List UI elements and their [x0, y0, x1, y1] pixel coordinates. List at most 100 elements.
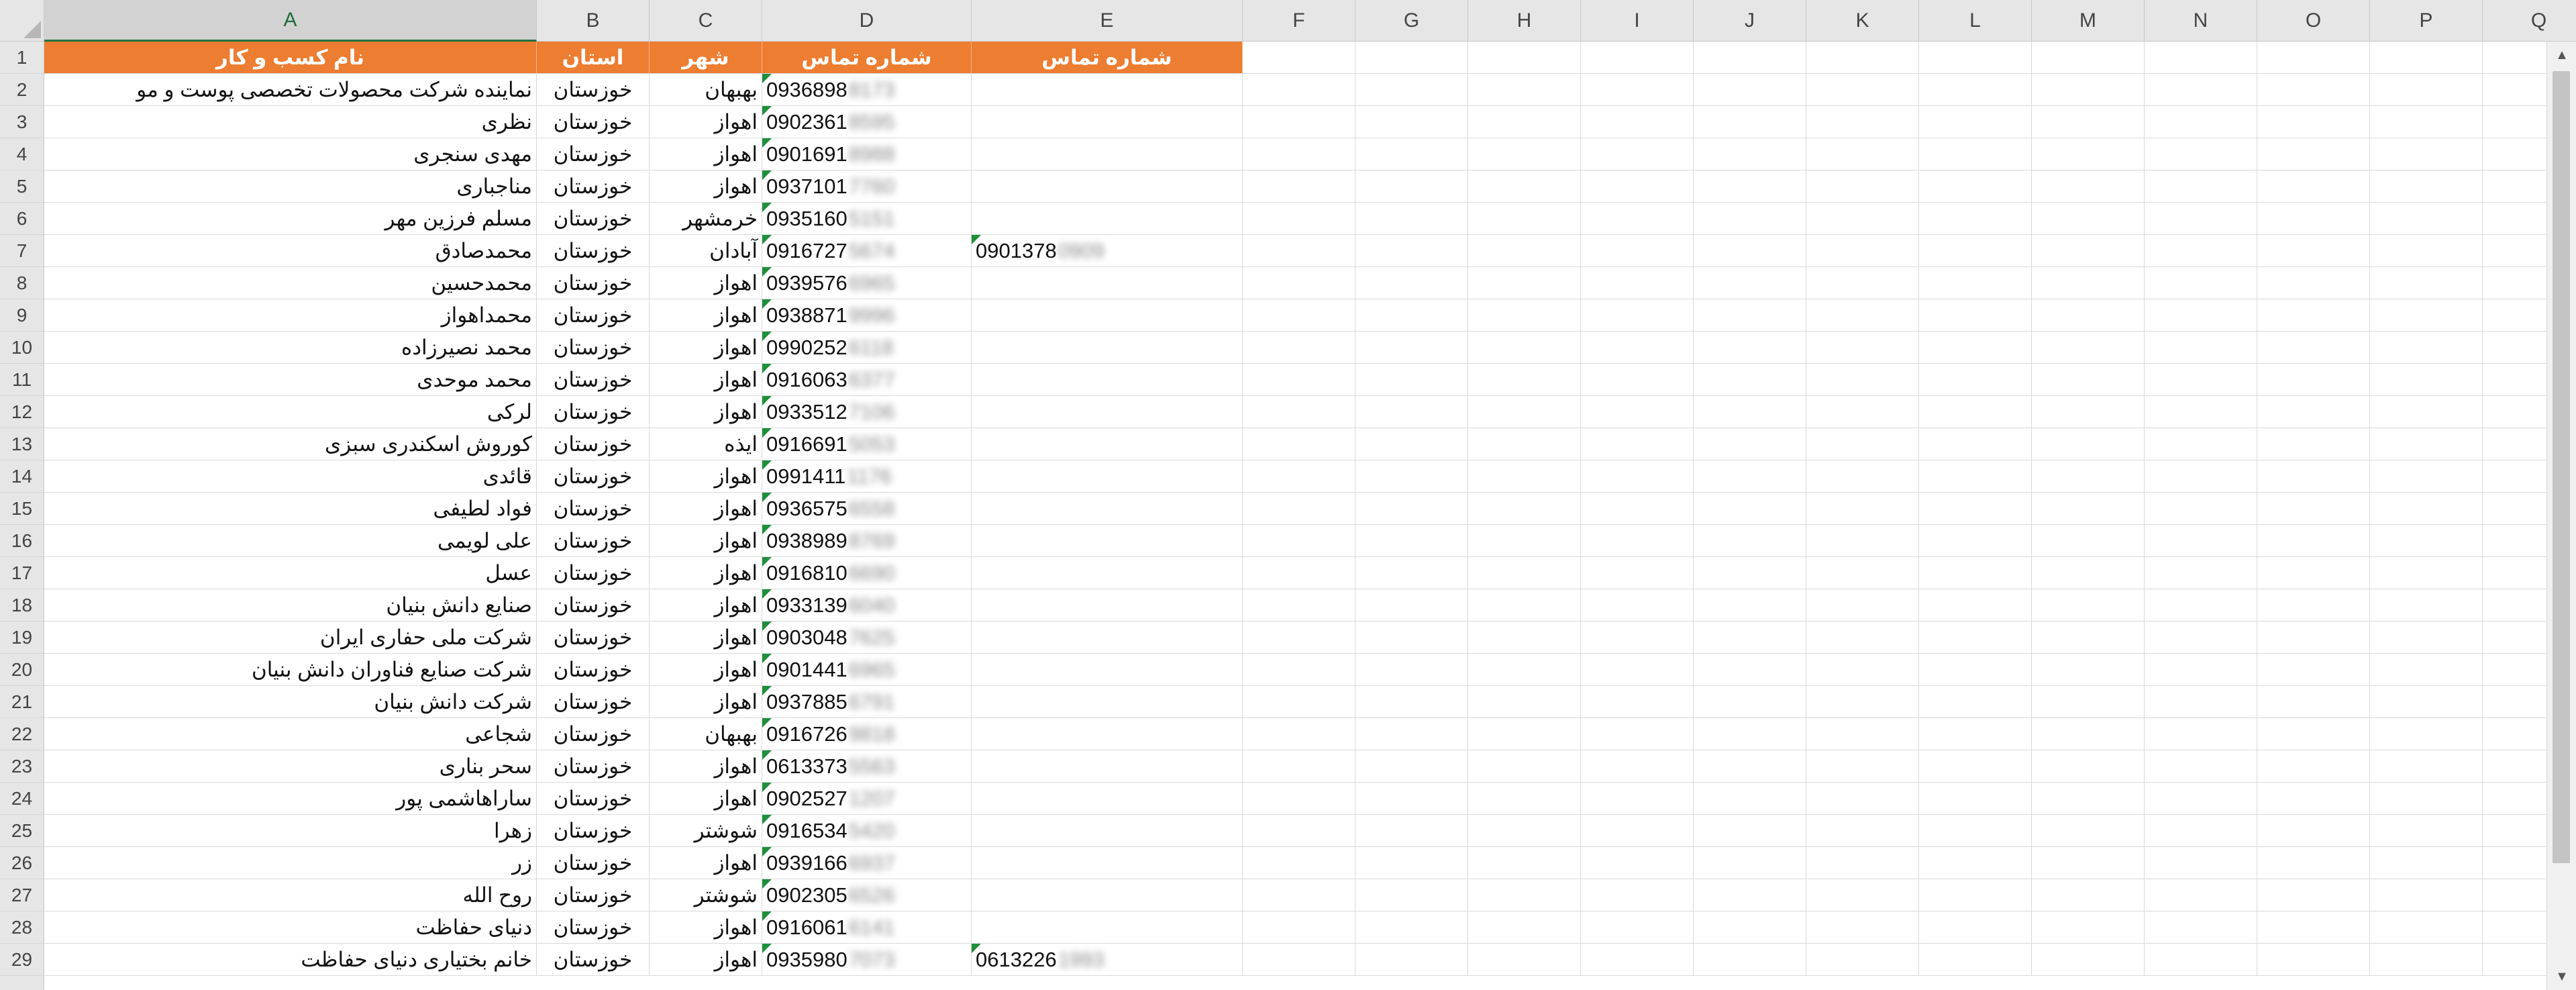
city-cell[interactable]: آبادان — [650, 235, 762, 267]
phone-cell-2[interactable] — [972, 170, 1243, 203]
empty-cell[interactable] — [2145, 42, 2257, 74]
header-cell-e[interactable]: شماره تماس — [972, 42, 1243, 74]
empty-cell[interactable] — [2257, 364, 2370, 396]
column-header-c[interactable]: C — [650, 0, 762, 42]
business-name-cell[interactable]: محمداهواز — [44, 299, 537, 332]
empty-cell[interactable] — [2145, 525, 2257, 557]
empty-cell[interactable] — [1468, 74, 1581, 106]
phone-cell-2[interactable] — [972, 815, 1243, 847]
empty-cell[interactable] — [2257, 911, 2370, 944]
empty-cell[interactable] — [2032, 235, 2145, 267]
phone-cell[interactable]: 0939166 6937 — [762, 847, 972, 879]
empty-cell[interactable] — [1806, 493, 1919, 525]
empty-cell[interactable] — [1919, 364, 2032, 396]
empty-cell[interactable] — [1919, 74, 2032, 106]
row-header[interactable]: 5 — [0, 170, 44, 203]
empty-cell[interactable] — [1468, 106, 1581, 138]
empty-cell[interactable] — [1581, 879, 1694, 911]
row-header[interactable]: 12 — [0, 396, 44, 428]
empty-cell[interactable] — [1468, 364, 1581, 396]
phone-cell-2[interactable] — [972, 138, 1243, 170]
phone-cell[interactable]: 0916061 6141 — [762, 911, 972, 944]
empty-cell[interactable] — [1919, 138, 2032, 170]
empty-cell[interactable] — [2370, 332, 2483, 364]
empty-cell[interactable] — [1468, 622, 1581, 654]
empty-cell[interactable] — [1243, 364, 1355, 396]
select-all-button[interactable] — [0, 0, 44, 42]
empty-cell[interactable] — [1581, 138, 1694, 170]
empty-cell[interactable] — [1581, 299, 1694, 332]
phone-cell-2[interactable] — [972, 750, 1243, 783]
vertical-scrollbar[interactable]: ▲ ▼ — [2546, 42, 2576, 990]
empty-cell[interactable] — [1694, 332, 1806, 364]
empty-cell[interactable] — [1919, 815, 2032, 847]
empty-cell[interactable] — [1243, 170, 1355, 203]
city-cell[interactable]: اهواز — [650, 622, 762, 654]
phone-cell[interactable]: 0939576 6965 — [762, 267, 972, 299]
empty-cell[interactable] — [1919, 686, 2032, 718]
row-header[interactable]: 20 — [0, 654, 44, 686]
empty-cell[interactable] — [1355, 332, 1468, 364]
row-header-partial[interactable] — [0, 976, 44, 990]
empty-cell[interactable] — [1694, 589, 1806, 622]
empty-cell[interactable] — [2145, 911, 2257, 944]
province-cell[interactable]: خوزستان — [537, 557, 650, 589]
empty-cell[interactable] — [2145, 686, 2257, 718]
empty-cell[interactable] — [1581, 332, 1694, 364]
empty-cell[interactable] — [1919, 203, 2032, 235]
empty-cell[interactable] — [2370, 42, 2483, 74]
empty-cell[interactable] — [2145, 654, 2257, 686]
phone-cell[interactable]: 0901441 6965 — [762, 654, 972, 686]
empty-cell[interactable] — [2257, 589, 2370, 622]
phone-cell-2[interactable] — [972, 847, 1243, 879]
empty-cell[interactable] — [2257, 203, 2370, 235]
empty-cell[interactable] — [1581, 622, 1694, 654]
empty-cell[interactable] — [1581, 944, 1694, 976]
empty-cell[interactable] — [1243, 589, 1355, 622]
empty-cell[interactable] — [1694, 364, 1806, 396]
empty-cell[interactable] — [1243, 879, 1355, 911]
business-name-cell[interactable]: محمدصادق — [44, 235, 537, 267]
city-cell[interactable]: بهبهان — [650, 718, 762, 750]
empty-cell[interactable] — [2257, 170, 2370, 203]
empty-cell[interactable] — [2145, 783, 2257, 815]
business-name-cell[interactable]: محمد موحدی — [44, 364, 537, 396]
empty-cell[interactable] — [1355, 783, 1468, 815]
row-header[interactable]: 23 — [0, 750, 44, 783]
empty-cell[interactable] — [2145, 332, 2257, 364]
empty-cell[interactable] — [1806, 74, 1919, 106]
empty-cell[interactable] — [1581, 235, 1694, 267]
empty-cell[interactable] — [2032, 783, 2145, 815]
empty-cell[interactable] — [1468, 589, 1581, 622]
empty-cell[interactable] — [2032, 396, 2145, 428]
empty-cell[interactable] — [2257, 267, 2370, 299]
province-cell[interactable]: خوزستان — [537, 686, 650, 718]
phone-cell-2[interactable] — [972, 428, 1243, 460]
phone-cell[interactable]: 0938989 8769 — [762, 525, 972, 557]
phone-cell-2[interactable]: 0901378 0909 — [972, 235, 1243, 267]
empty-cell[interactable] — [1919, 750, 2032, 783]
phone-cell[interactable]: 0938871 9996 — [762, 299, 972, 332]
empty-cell[interactable] — [1919, 525, 2032, 557]
empty-cell[interactable] — [2257, 783, 2370, 815]
empty-cell[interactable] — [2032, 332, 2145, 364]
empty-cell[interactable] — [1355, 654, 1468, 686]
business-name-cell[interactable]: محمدحسین — [44, 267, 537, 299]
phone-cell[interactable]: 0901691 8988 — [762, 138, 972, 170]
phone-cell-2[interactable] — [972, 783, 1243, 815]
chevron-up-icon[interactable]: ▲ — [2547, 42, 2576, 68]
empty-cell[interactable] — [2257, 428, 2370, 460]
row-header[interactable]: 19 — [0, 622, 44, 654]
empty-cell[interactable] — [1468, 654, 1581, 686]
province-cell[interactable]: خوزستان — [537, 783, 650, 815]
business-name-cell[interactable]: نظری — [44, 106, 537, 138]
empty-cell[interactable] — [1355, 106, 1468, 138]
phone-cell-2[interactable] — [972, 364, 1243, 396]
empty-cell[interactable] — [2370, 879, 2483, 911]
business-name-cell[interactable]: مهدی سنجری — [44, 138, 537, 170]
empty-cell[interactable] — [1243, 235, 1355, 267]
phone-cell[interactable]: 0991411 1176 — [762, 460, 972, 493]
empty-cell[interactable] — [1581, 589, 1694, 622]
empty-cell[interactable] — [1694, 622, 1806, 654]
row-header[interactable]: 3 — [0, 106, 44, 138]
